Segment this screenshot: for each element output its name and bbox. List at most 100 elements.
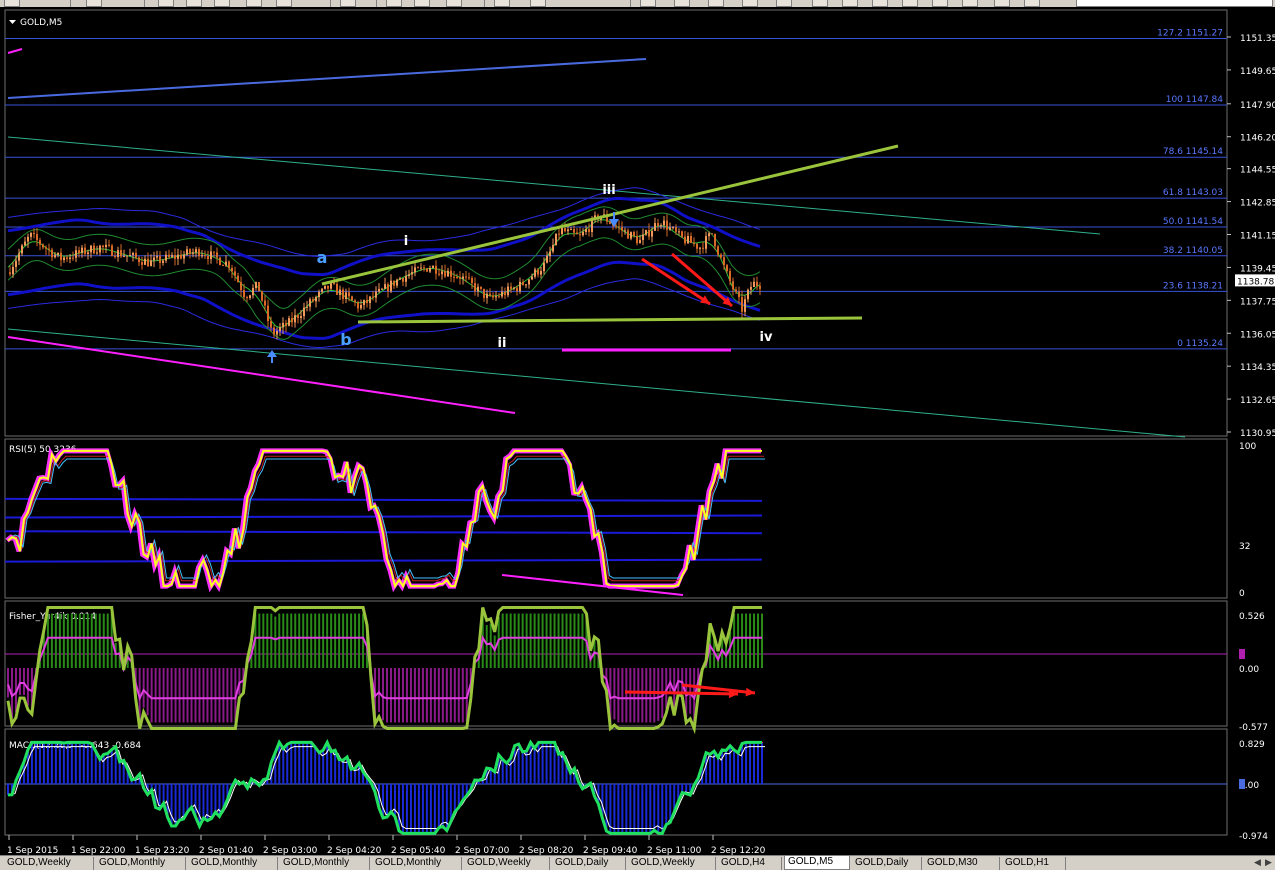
candle-body [369, 297, 371, 303]
fisher-histogram-bar [350, 614, 352, 668]
fisher-histogram-bar [546, 614, 548, 668]
chart-tab[interactable]: GOLD,H4 [718, 857, 782, 870]
toolbar-button[interactable] [962, 0, 978, 7]
toolbar-button[interactable] [812, 0, 828, 7]
macd-histogram-bar [318, 753, 320, 784]
chart-tab[interactable]: GOLD,Monthly [372, 857, 462, 870]
toolbar-button[interactable] [842, 0, 858, 7]
chart-tab[interactable]: GOLD,Daily [552, 857, 626, 870]
fisher-histogram-bar [159, 668, 161, 722]
fisher-histogram-bar [570, 614, 572, 668]
toolbar-button[interactable] [530, 0, 546, 7]
fisher-histogram-bar [155, 668, 157, 722]
toolbar-button[interactable] [708, 0, 724, 7]
collapse-triangle-icon [9, 20, 16, 24]
scroll-left-icon[interactable]: ◀ [1254, 858, 1261, 868]
candle-body [186, 249, 188, 254]
candle-body [276, 331, 278, 334]
price-tick-label: 1142.85 [1240, 199, 1275, 209]
scroll-right-icon[interactable]: ▶ [1265, 858, 1272, 868]
chart-tab[interactable]: GOLD,Weekly [628, 857, 716, 870]
candle-body [207, 256, 209, 259]
macd-histogram-bar [442, 784, 444, 827]
candle-body [303, 308, 305, 317]
candle-body [579, 234, 581, 235]
current-price-label: 1138.78 [1237, 277, 1274, 287]
macd-histogram-bar [530, 742, 532, 784]
rsi-tick-label: 100 [1239, 442, 1256, 452]
chart-tab[interactable]: GOLD,Daily [852, 857, 922, 870]
toolbar-button[interactable] [414, 0, 430, 7]
chart-tab[interactable]: GOLD,Weekly [464, 857, 550, 870]
toolbar-button[interactable] [902, 0, 918, 7]
candle-body [66, 257, 68, 259]
fisher-histogram-bar [677, 668, 679, 692]
toolbar-button[interactable] [776, 0, 792, 7]
rsi-magenta-highlight [7, 451, 761, 586]
rsi-line [8, 451, 762, 586]
chart-tab[interactable]: GOLD,Monthly [280, 857, 370, 870]
toolbar-button[interactable] [214, 0, 230, 7]
search-field[interactable] [1076, 0, 1273, 7]
toolbar-button[interactable] [4, 0, 20, 7]
toolbar-button[interactable] [86, 0, 102, 7]
wave-label-iv: iv [760, 330, 773, 345]
toolbar-button[interactable] [1024, 0, 1040, 7]
toolbar-button[interactable] [386, 0, 402, 7]
macd-histogram-bar [390, 784, 392, 812]
candle-body [645, 230, 647, 235]
fisher-histogram-bar [99, 614, 101, 668]
candle-body [234, 271, 236, 275]
macd-histogram-bar [63, 743, 65, 784]
candle-body [447, 271, 449, 277]
price-tick-label: 1149.65 [1240, 67, 1275, 77]
chart-tab[interactable]: GOLD,Weekly [4, 857, 94, 870]
chart-tab[interactable]: GOLD,Monthly [188, 857, 278, 870]
candle-body [33, 233, 35, 234]
chart-tab[interactable]: GOLD,M30 [924, 857, 1000, 870]
toolbar-button[interactable] [742, 0, 758, 7]
fisher-histogram-bar [171, 668, 173, 722]
toolbar-button[interactable] [446, 0, 462, 7]
candle-body [558, 234, 560, 235]
candle-body [393, 281, 395, 286]
candle-body [456, 277, 458, 278]
macd-histogram-bar [613, 784, 615, 833]
toolbar-button[interactable] [186, 0, 202, 7]
fisher-histogram-bar [163, 668, 165, 722]
fisher-histogram-bar [191, 668, 193, 722]
macd-histogram-bar [314, 747, 316, 784]
candle-body [180, 255, 182, 259]
toolbar-button[interactable] [158, 0, 174, 7]
macd-histogram-bar [338, 759, 340, 784]
candle-body [297, 315, 299, 318]
candle-body [468, 277, 470, 278]
toolbar-button[interactable] [640, 0, 656, 7]
candle-body [531, 277, 533, 280]
chart-window[interactable]: GOLD,M51151.351149.651147.901146.201144.… [0, 7, 1275, 855]
fisher-histogram-bar [410, 668, 412, 722]
candle-body [324, 286, 326, 289]
fisher-histogram-bar [486, 625, 488, 668]
macd-histogram-bar [83, 742, 85, 784]
toolbar-button[interactable] [276, 0, 292, 7]
toolbar-button[interactable] [494, 0, 510, 7]
toolbar-button[interactable] [674, 0, 690, 7]
chart-tab[interactable]: GOLD,Monthly [96, 857, 186, 870]
wave-label-i: i [404, 234, 408, 249]
fisher-histogram-bar [214, 668, 216, 722]
fisher-histogram-bar [581, 614, 583, 668]
macd-histogram-bar [526, 751, 528, 784]
toolbar-button[interactable] [872, 0, 888, 7]
chart-tab[interactable]: GOLD,M5 [784, 856, 850, 870]
macd-histogram-bar [394, 784, 396, 817]
chart-tab[interactable]: GOLD,H1 [1002, 857, 1066, 870]
fisher-histogram-bar [745, 614, 747, 668]
candle-body [450, 271, 452, 277]
toolbar-button[interactable] [932, 0, 948, 7]
chart-canvas[interactable]: GOLD,M51151.351149.651147.901146.201144.… [0, 7, 1275, 855]
candle-body [282, 323, 284, 327]
toolbar-button[interactable] [340, 0, 356, 7]
toolbar-button[interactable] [246, 0, 262, 7]
toolbar-button[interactable] [994, 0, 1010, 7]
